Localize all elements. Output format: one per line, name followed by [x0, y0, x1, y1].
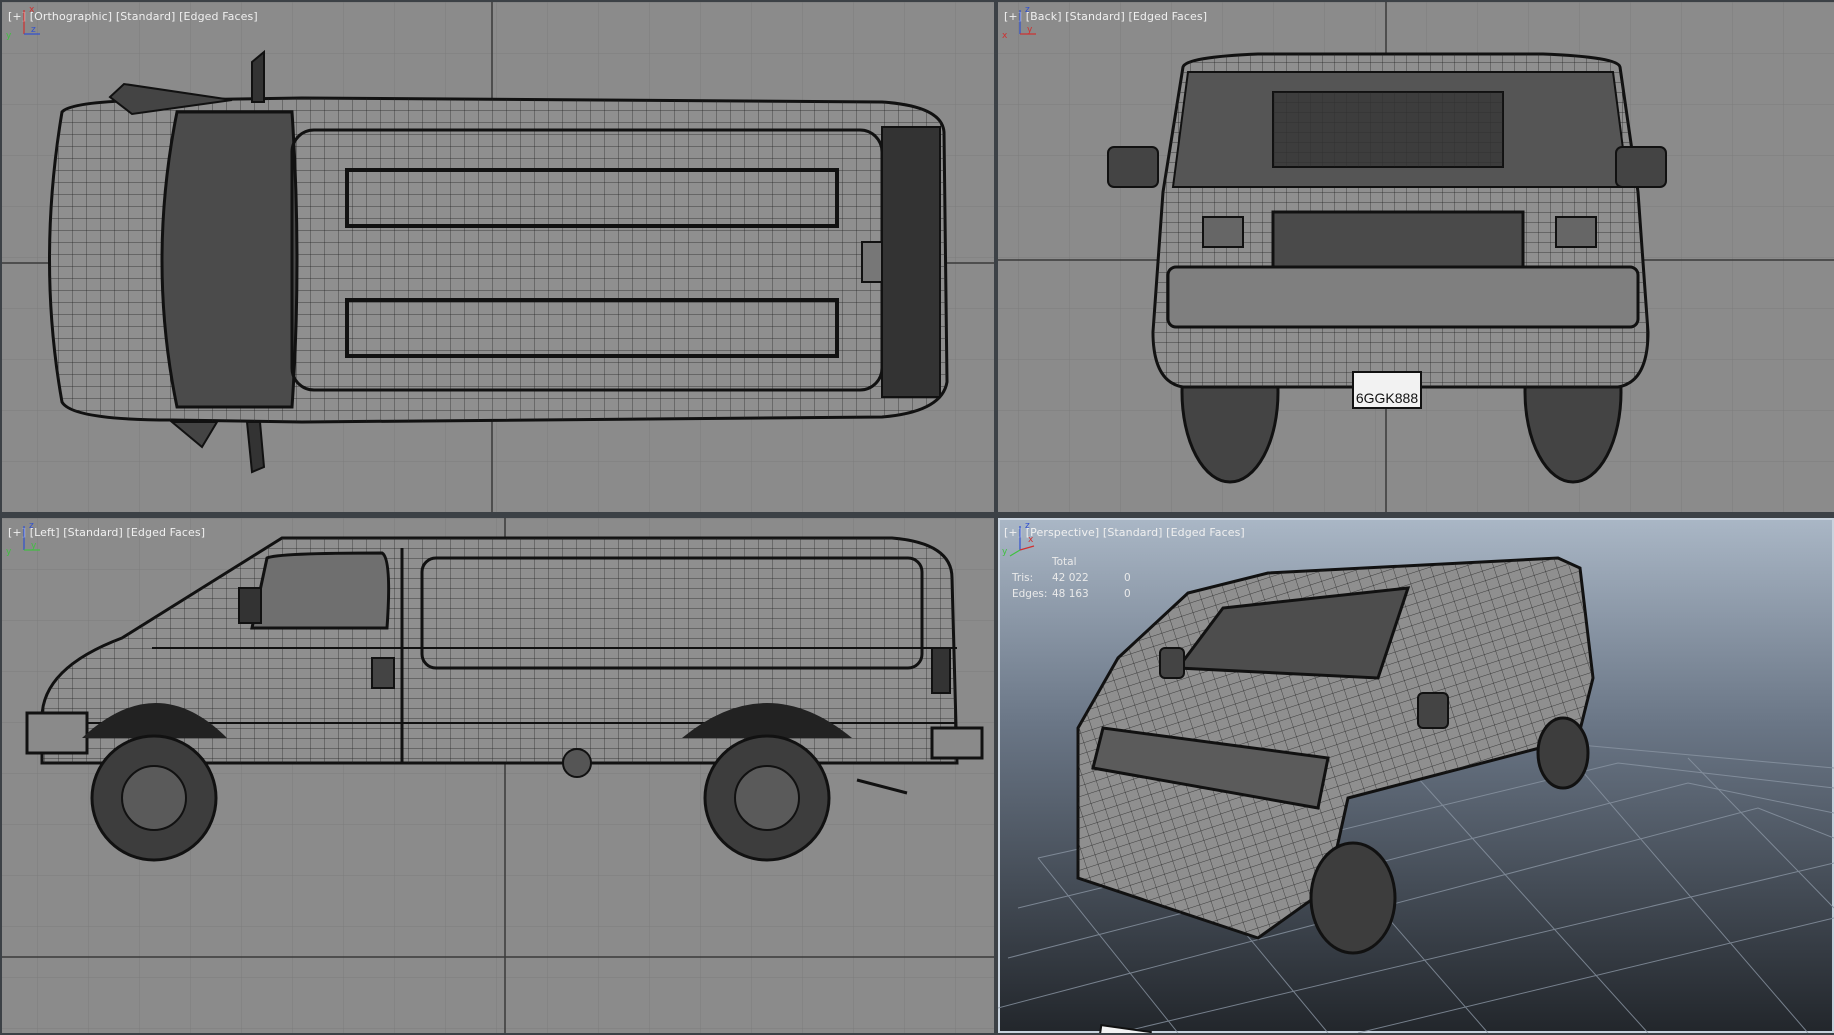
- viewport-edged-faces[interactable]: [Edged Faces]: [126, 526, 205, 539]
- axis-gizmo-icon: z x y: [1002, 521, 1035, 557]
- svg-text:x: x: [29, 5, 35, 15]
- van-top-view: [48, 49, 949, 474]
- stats-row-tris: Tris: 42 022 0: [1012, 572, 1131, 584]
- stats-row-edges: Edges: 48 163 0: [1012, 588, 1131, 600]
- viewport-perspective[interactable]: 6GGK888 [+] [Perspective] [Standard] [Ed…: [998, 518, 1834, 1033]
- viewport-shading[interactable]: [Standard]: [1065, 10, 1125, 23]
- svg-text:y: y: [6, 31, 12, 41]
- svg-text:y: y: [6, 547, 12, 557]
- svg-text:z: z: [1025, 521, 1030, 531]
- viewport-top-orthographic[interactable]: [+] [Orthographic] [Standard] [Edged Fac…: [2, 2, 994, 512]
- viewport-shading[interactable]: [Standard]: [63, 526, 123, 539]
- viewport-left[interactable]: [+] [Left] [Standard] [Edged Faces] z y …: [2, 518, 994, 1033]
- svg-text:x: x: [1002, 31, 1008, 41]
- svg-text:y: y: [1027, 25, 1033, 35]
- axis-gizmo-icon: z y x: [1002, 5, 1036, 41]
- left-view-canvas: [2, 518, 994, 1033]
- viewport-shading[interactable]: [Standard]: [1103, 526, 1163, 539]
- viewport-edged-faces[interactable]: [Edged Faces]: [1128, 10, 1207, 23]
- viewport-edged-faces[interactable]: [Edged Faces]: [179, 10, 258, 23]
- viewport-shading[interactable]: [Standard]: [116, 10, 176, 23]
- axis-gizmo-icon: x z y: [6, 5, 40, 41]
- svg-text:y: y: [1002, 547, 1008, 557]
- viewport-label[interactable]: [+] [Perspective] [Standard] [Edged Face…: [1004, 526, 1245, 539]
- viewport-point-of-view[interactable]: [Orthographic]: [30, 10, 112, 23]
- svg-text:x: x: [1028, 535, 1034, 545]
- stats-header: Total: [1052, 556, 1077, 568]
- viewport-back[interactable]: 6GGK888 [+] [Back] [Standard] [Edged Fac…: [998, 2, 1834, 512]
- viewport-label[interactable]: [+] [Orthographic] [Standard] [Edged Fac…: [8, 10, 258, 23]
- van-perspective-view: 6GGK888: [1076, 556, 1595, 1033]
- viewport-edged-faces[interactable]: [Edged Faces]: [1166, 526, 1245, 539]
- svg-text:y: y: [31, 541, 37, 551]
- top-view-canvas: [2, 2, 994, 512]
- axis-gizmo-icon: z y y: [6, 521, 40, 557]
- back-view-canvas: 6GGK888: [998, 2, 1834, 512]
- svg-text:z: z: [1025, 5, 1030, 15]
- license-plate-text: 6GGK888: [1356, 390, 1418, 406]
- svg-text:z: z: [29, 521, 34, 531]
- svg-text:z: z: [31, 25, 36, 35]
